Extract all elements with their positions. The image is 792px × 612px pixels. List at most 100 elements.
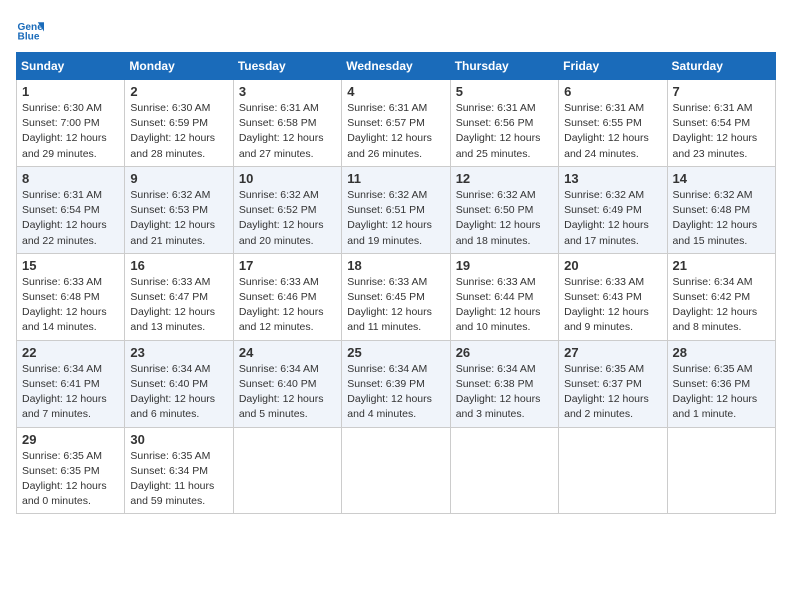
day-info: Sunrise: 6:34 AM Sunset: 6:38 PM Dayligh… (456, 362, 553, 423)
day-info: Sunrise: 6:30 AM Sunset: 6:59 PM Dayligh… (130, 101, 227, 162)
page-header: General Blue (16, 16, 776, 44)
day-info: Sunrise: 6:35 AM Sunset: 6:34 PM Dayligh… (130, 449, 227, 510)
sunset-label: Sunset: 6:57 PM (347, 117, 425, 129)
sunset-label: Sunset: 6:39 PM (347, 378, 425, 390)
day-number: 5 (456, 84, 553, 99)
sunset-label: Sunset: 6:40 PM (130, 378, 208, 390)
sunset-label: Sunset: 6:56 PM (456, 117, 534, 129)
day-info: Sunrise: 6:31 AM Sunset: 6:54 PM Dayligh… (673, 101, 770, 162)
day-info: Sunrise: 6:32 AM Sunset: 6:49 PM Dayligh… (564, 188, 661, 249)
calendar-cell: 17 Sunrise: 6:33 AM Sunset: 6:46 PM Dayl… (233, 253, 341, 340)
calendar-cell (450, 427, 558, 514)
sunset-label: Sunset: 6:35 PM (22, 465, 100, 477)
day-info: Sunrise: 6:31 AM Sunset: 6:54 PM Dayligh… (22, 188, 119, 249)
calendar-cell: 29 Sunrise: 6:35 AM Sunset: 6:35 PM Dayl… (17, 427, 125, 514)
daylight-label: Daylight: 12 hours and 12 minutes. (239, 306, 324, 333)
daylight-label: Daylight: 11 hours and 59 minutes. (130, 480, 214, 507)
calendar-week-row: 22 Sunrise: 6:34 AM Sunset: 6:41 PM Dayl… (17, 340, 776, 427)
sunrise-label: Sunrise: 6:32 AM (564, 189, 644, 201)
sunset-label: Sunset: 6:34 PM (130, 465, 208, 477)
daylight-label: Daylight: 12 hours and 4 minutes. (347, 393, 432, 420)
day-number: 4 (347, 84, 444, 99)
sunset-label: Sunset: 6:44 PM (456, 291, 534, 303)
daylight-label: Daylight: 12 hours and 13 minutes. (130, 306, 215, 333)
day-info: Sunrise: 6:33 AM Sunset: 6:45 PM Dayligh… (347, 275, 444, 336)
calendar-cell (559, 427, 667, 514)
daylight-label: Daylight: 12 hours and 19 minutes. (347, 219, 432, 246)
day-number: 29 (22, 432, 119, 447)
daylight-label: Daylight: 12 hours and 21 minutes. (130, 219, 215, 246)
day-number: 30 (130, 432, 227, 447)
sunset-label: Sunset: 6:46 PM (239, 291, 317, 303)
sunrise-label: Sunrise: 6:30 AM (130, 102, 210, 114)
calendar-cell: 3 Sunrise: 6:31 AM Sunset: 6:58 PM Dayli… (233, 80, 341, 167)
sunset-label: Sunset: 6:41 PM (22, 378, 100, 390)
sunrise-label: Sunrise: 6:34 AM (22, 363, 102, 375)
day-number: 20 (564, 258, 661, 273)
daylight-label: Daylight: 12 hours and 28 minutes. (130, 132, 215, 159)
sunset-label: Sunset: 6:47 PM (130, 291, 208, 303)
calendar-cell: 4 Sunrise: 6:31 AM Sunset: 6:57 PM Dayli… (342, 80, 450, 167)
sunrise-label: Sunrise: 6:31 AM (673, 102, 753, 114)
sunrise-label: Sunrise: 6:32 AM (673, 189, 753, 201)
day-info: Sunrise: 6:30 AM Sunset: 7:00 PM Dayligh… (22, 101, 119, 162)
day-info: Sunrise: 6:32 AM Sunset: 6:51 PM Dayligh… (347, 188, 444, 249)
calendar-header-sunday: Sunday (17, 53, 125, 80)
calendar-cell: 30 Sunrise: 6:35 AM Sunset: 6:34 PM Dayl… (125, 427, 233, 514)
sunrise-label: Sunrise: 6:34 AM (130, 363, 210, 375)
calendar-cell: 1 Sunrise: 6:30 AM Sunset: 7:00 PM Dayli… (17, 80, 125, 167)
day-number: 7 (673, 84, 770, 99)
day-info: Sunrise: 6:31 AM Sunset: 6:55 PM Dayligh… (564, 101, 661, 162)
daylight-label: Daylight: 12 hours and 3 minutes. (456, 393, 541, 420)
sunrise-label: Sunrise: 6:32 AM (130, 189, 210, 201)
sunset-label: Sunset: 6:53 PM (130, 204, 208, 216)
sunset-label: Sunset: 6:37 PM (564, 378, 642, 390)
day-number: 27 (564, 345, 661, 360)
calendar-cell: 26 Sunrise: 6:34 AM Sunset: 6:38 PM Dayl… (450, 340, 558, 427)
svg-text:Blue: Blue (18, 31, 40, 42)
calendar-header-friday: Friday (559, 53, 667, 80)
sunrise-label: Sunrise: 6:35 AM (130, 450, 210, 462)
sunrise-label: Sunrise: 6:33 AM (347, 276, 427, 288)
day-info: Sunrise: 6:34 AM Sunset: 6:40 PM Dayligh… (130, 362, 227, 423)
calendar-week-row: 1 Sunrise: 6:30 AM Sunset: 7:00 PM Dayli… (17, 80, 776, 167)
calendar-header-thursday: Thursday (450, 53, 558, 80)
sunset-label: Sunset: 6:49 PM (564, 204, 642, 216)
daylight-label: Daylight: 12 hours and 1 minute. (673, 393, 758, 420)
day-number: 24 (239, 345, 336, 360)
calendar-cell: 6 Sunrise: 6:31 AM Sunset: 6:55 PM Dayli… (559, 80, 667, 167)
day-info: Sunrise: 6:31 AM Sunset: 6:57 PM Dayligh… (347, 101, 444, 162)
sunrise-label: Sunrise: 6:34 AM (673, 276, 753, 288)
sunset-label: Sunset: 7:00 PM (22, 117, 100, 129)
day-info: Sunrise: 6:33 AM Sunset: 6:48 PM Dayligh… (22, 275, 119, 336)
daylight-label: Daylight: 12 hours and 17 minutes. (564, 219, 649, 246)
calendar-cell: 28 Sunrise: 6:35 AM Sunset: 6:36 PM Dayl… (667, 340, 775, 427)
daylight-label: Daylight: 12 hours and 14 minutes. (22, 306, 107, 333)
sunrise-label: Sunrise: 6:30 AM (22, 102, 102, 114)
daylight-label: Daylight: 12 hours and 9 minutes. (564, 306, 649, 333)
sunset-label: Sunset: 6:51 PM (347, 204, 425, 216)
calendar-cell: 27 Sunrise: 6:35 AM Sunset: 6:37 PM Dayl… (559, 340, 667, 427)
calendar-cell: 14 Sunrise: 6:32 AM Sunset: 6:48 PM Dayl… (667, 166, 775, 253)
day-number: 2 (130, 84, 227, 99)
day-number: 6 (564, 84, 661, 99)
sunset-label: Sunset: 6:54 PM (22, 204, 100, 216)
daylight-label: Daylight: 12 hours and 27 minutes. (239, 132, 324, 159)
calendar-cell: 8 Sunrise: 6:31 AM Sunset: 6:54 PM Dayli… (17, 166, 125, 253)
calendar-cell: 2 Sunrise: 6:30 AM Sunset: 6:59 PM Dayli… (125, 80, 233, 167)
sunset-label: Sunset: 6:48 PM (673, 204, 751, 216)
sunrise-label: Sunrise: 6:33 AM (564, 276, 644, 288)
calendar-cell: 19 Sunrise: 6:33 AM Sunset: 6:44 PM Dayl… (450, 253, 558, 340)
day-info: Sunrise: 6:32 AM Sunset: 6:48 PM Dayligh… (673, 188, 770, 249)
sunset-label: Sunset: 6:52 PM (239, 204, 317, 216)
daylight-label: Daylight: 12 hours and 20 minutes. (239, 219, 324, 246)
day-number: 16 (130, 258, 227, 273)
sunrise-label: Sunrise: 6:33 AM (456, 276, 536, 288)
calendar-week-row: 15 Sunrise: 6:33 AM Sunset: 6:48 PM Dayl… (17, 253, 776, 340)
day-number: 18 (347, 258, 444, 273)
day-number: 12 (456, 171, 553, 186)
calendar-cell: 24 Sunrise: 6:34 AM Sunset: 6:40 PM Dayl… (233, 340, 341, 427)
calendar-cell: 13 Sunrise: 6:32 AM Sunset: 6:49 PM Dayl… (559, 166, 667, 253)
sunrise-label: Sunrise: 6:33 AM (22, 276, 102, 288)
daylight-label: Daylight: 12 hours and 22 minutes. (22, 219, 107, 246)
